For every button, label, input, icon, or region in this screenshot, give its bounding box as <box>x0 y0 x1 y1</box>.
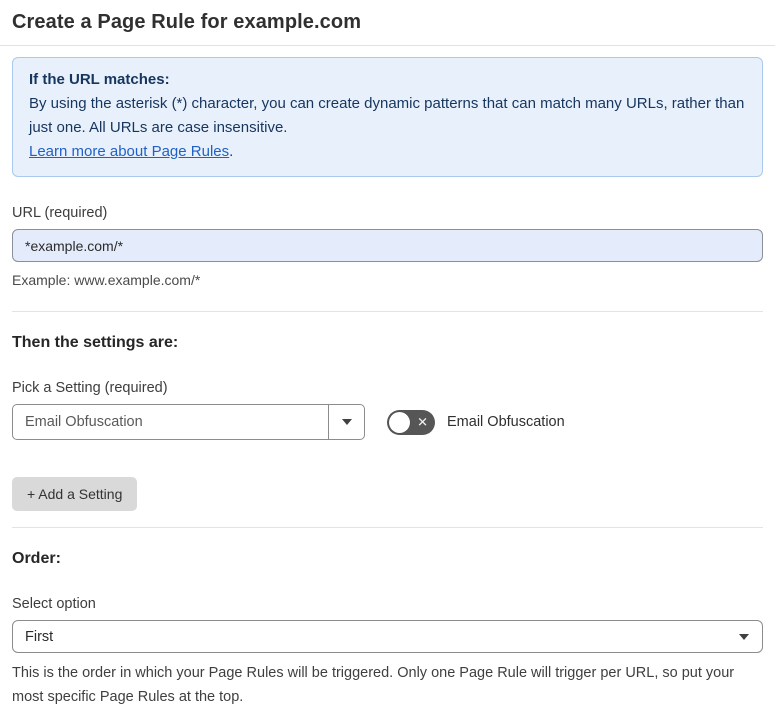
setting-dropdown[interactable]: Email Obfuscation <box>12 404 365 440</box>
info-box-heading: If the URL matches: <box>29 71 170 88</box>
toggle-off-x-icon: ✕ <box>417 414 428 430</box>
order-select-value: First <box>25 628 54 645</box>
toggle-knob <box>389 411 410 433</box>
setting-dropdown-value: Email Obfuscation <box>25 414 143 430</box>
title-divider <box>0 45 775 46</box>
settings-section-heading: Then the settings are: <box>12 334 179 351</box>
link-period: . <box>229 143 234 160</box>
url-input[interactable] <box>12 229 763 262</box>
order-select-label: Select option <box>12 596 96 612</box>
section-divider <box>12 311 763 312</box>
order-select[interactable]: First <box>12 620 763 653</box>
add-setting-button[interactable]: + Add a Setting <box>12 477 138 511</box>
info-box-body: By using the asterisk (*) character, you… <box>29 95 745 136</box>
url-field-label: URL (required) <box>12 205 108 221</box>
page-rule-form: Create a Page Rule for example.com <box>0 0 775 34</box>
info-box-link-line: Learn more about Page Rules. <box>29 140 746 164</box>
setting-row: Email Obfuscation ✕ Email Obfuscation <box>12 404 763 440</box>
url-match-info-box: If the URL matches: By using the asteris… <box>12 57 763 177</box>
page-title: Create a Page Rule for example.com <box>12 11 362 33</box>
url-example-text: Example: www.example.com/* <box>12 272 201 288</box>
order-section-heading: Order: <box>12 550 61 567</box>
chevron-down-icon <box>341 419 352 425</box>
order-help-text: This is the order in which your Page Rul… <box>12 665 735 705</box>
setting-dropdown-arrow-segment[interactable] <box>328 405 364 439</box>
toggle-label: Email Obfuscation <box>447 414 565 430</box>
email-obfuscation-toggle[interactable]: ✕ <box>387 409 435 435</box>
section-divider <box>12 527 763 528</box>
order-select-arrow <box>739 633 762 640</box>
pick-setting-label: Pick a Setting (required) <box>12 380 168 396</box>
learn-more-link[interactable]: Learn more about Page Rules <box>29 143 229 160</box>
chevron-down-icon <box>739 633 749 640</box>
